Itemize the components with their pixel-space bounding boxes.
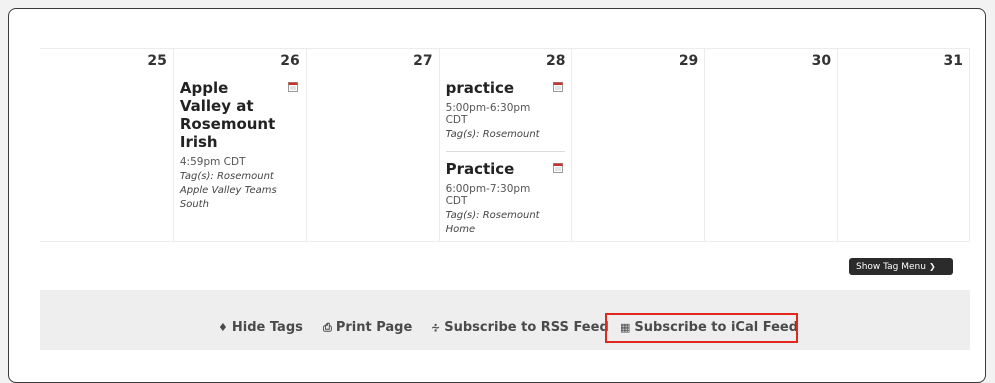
calendar-export-icon[interactable] bbox=[287, 81, 298, 92]
event-tags-label: Tag(s): bbox=[179, 171, 214, 182]
hide-tags-link[interactable]: ♦ Hide Tags bbox=[218, 320, 303, 335]
day-cell-29: 29 bbox=[571, 49, 704, 241]
event-title[interactable]: practice bbox=[446, 79, 548, 97]
show-tag-menu-label: Show Tag Menu bbox=[856, 262, 926, 272]
calendar-event[interactable]: Practice 6:00pm-7:30pm CDT Tag(s): Rosem… bbox=[445, 151, 566, 237]
event-tags: Tag(s): Rosemount Apple Valley Teams Sou… bbox=[180, 170, 282, 212]
event-title[interactable]: Practice bbox=[446, 160, 548, 178]
day-cell-30: 30 bbox=[704, 49, 837, 241]
rss-feed-link[interactable]: ∻ Subscribe to RSS Feed bbox=[431, 320, 609, 335]
rss-icon: ∻ bbox=[431, 321, 441, 334]
event-time: 4:59pm CDT bbox=[179, 156, 246, 168]
event-tags-label: Tag(s): bbox=[445, 129, 480, 140]
calendar-event[interactable]: practice 5:00pm-6:30pm CDT Tag(s): Rosem… bbox=[446, 79, 566, 142]
day-number: 25 bbox=[147, 53, 167, 69]
day-number: 26 bbox=[280, 53, 300, 69]
event-tags-label: Tag(s): bbox=[445, 210, 480, 221]
calendar-export-icon[interactable] bbox=[553, 162, 564, 173]
day-number: 27 bbox=[413, 53, 433, 69]
day-number: 31 bbox=[943, 53, 964, 69]
day-number: 28 bbox=[545, 53, 566, 69]
print-page-label: Print Page bbox=[335, 320, 413, 335]
day-cell-31: 31 bbox=[837, 49, 971, 241]
event-tags-value[interactable]: Rosemount bbox=[483, 129, 540, 140]
ical-highlight-box bbox=[605, 313, 798, 343]
calendar-export-icon[interactable] bbox=[553, 81, 564, 92]
day-cell-28: 28 practice 5:00pm-6:30pm CDT Tag(s): Ro… bbox=[438, 49, 572, 241]
event-tags: Tag(s): Rosemount Home bbox=[446, 209, 548, 237]
day-cell-25: 25 bbox=[40, 49, 173, 241]
tag-icon: ♦ bbox=[218, 321, 228, 334]
event-title[interactable]: Apple Valley at Rosemount Irish bbox=[180, 79, 282, 151]
show-tag-menu-button[interactable]: Show Tag Menu ❯ bbox=[849, 258, 953, 275]
day-cell-26: 26 Apple Valley at Rosemount Irish 4:59p… bbox=[172, 49, 306, 241]
hide-tags-label: Hide Tags bbox=[231, 320, 303, 335]
print-page-link[interactable]: ⎙ Print Page bbox=[323, 320, 412, 335]
rss-feed-label: Subscribe to RSS Feed bbox=[444, 320, 609, 335]
event-time: 5:00pm-6:30pm CDT bbox=[445, 102, 531, 126]
calendar-event[interactable]: Apple Valley at Rosemount Irish 4:59pm C… bbox=[180, 79, 300, 212]
day-number: 30 bbox=[811, 53, 832, 69]
print-icon: ⎙ bbox=[323, 321, 332, 334]
event-time: 6:00pm-7:30pm CDT bbox=[445, 183, 531, 207]
day-number: 29 bbox=[678, 53, 699, 69]
event-tags: Tag(s): Rosemount bbox=[446, 128, 548, 142]
chevron-down-icon: ❯ bbox=[928, 262, 936, 271]
calendar-week-row: 25 26 Apple Valley at Rosemount Irish 4:… bbox=[40, 48, 971, 242]
day-cell-27: 27 bbox=[305, 49, 439, 241]
